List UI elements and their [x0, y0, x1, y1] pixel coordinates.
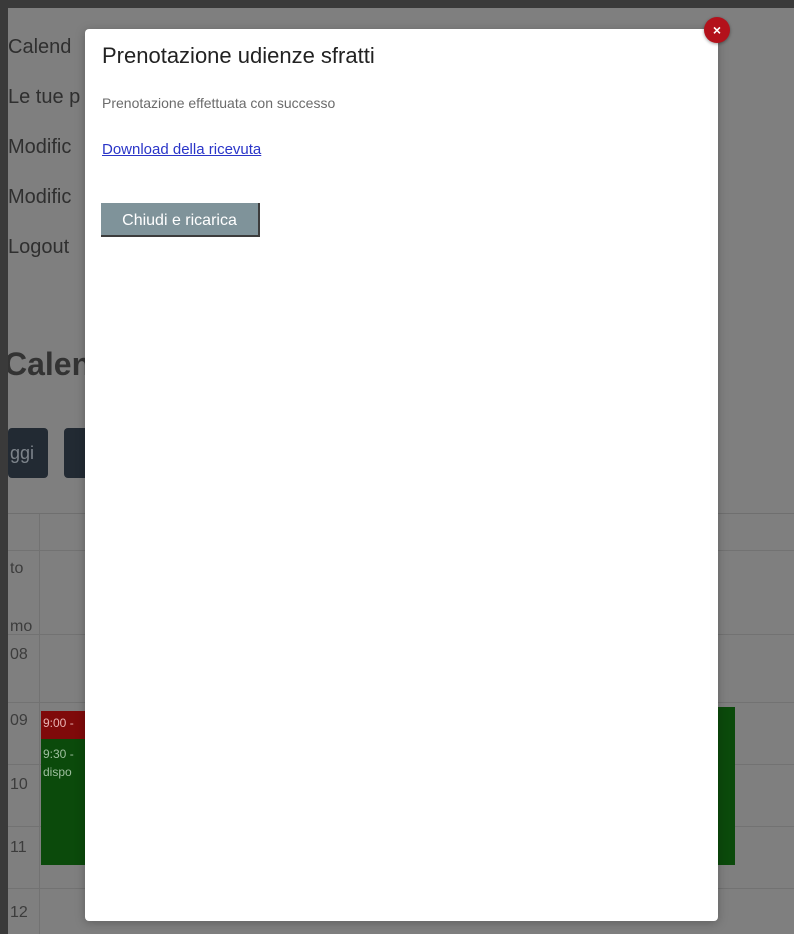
success-message: Prenotazione effettuata con successo	[102, 95, 336, 111]
time-label-11: 11	[10, 839, 27, 856]
close-icon[interactable]: ×	[704, 17, 730, 43]
calendar-today-button[interactable]: ggi	[8, 428, 48, 478]
sidebar-link-my-bookings[interactable]: Le tue p	[8, 86, 80, 109]
time-label-08: 08	[10, 646, 28, 663]
time-label-09: 09	[10, 712, 28, 729]
booking-dialog: Prenotazione udienze sfratti Prenotazion…	[85, 29, 718, 921]
calendar-allday-label-2: mo	[10, 618, 33, 635]
sidebar-link-edit-2[interactable]: Modific	[8, 186, 71, 209]
download-receipt-link[interactable]: Download della ricevuta	[102, 141, 261, 158]
sidebar-link-edit-1[interactable]: Modific	[8, 136, 71, 159]
dialog-title: Prenotazione udienze sfratti	[102, 43, 375, 68]
calendar-allday-label: to	[10, 560, 24, 577]
calendar-time-column-divider	[39, 514, 40, 934]
calendar-heading: Calen	[8, 346, 92, 382]
sidebar-link-calendar[interactable]: Calend	[8, 36, 71, 59]
time-label-12: 12	[10, 904, 28, 921]
sidebar-link-logout[interactable]: Logout	[8, 236, 69, 259]
close-and-reload-button[interactable]: Chiudi e ricarica	[101, 203, 260, 237]
time-label-10: 10	[10, 776, 28, 793]
browser-frame: Calend Le tue p Modific Modific Logout C…	[0, 0, 794, 934]
